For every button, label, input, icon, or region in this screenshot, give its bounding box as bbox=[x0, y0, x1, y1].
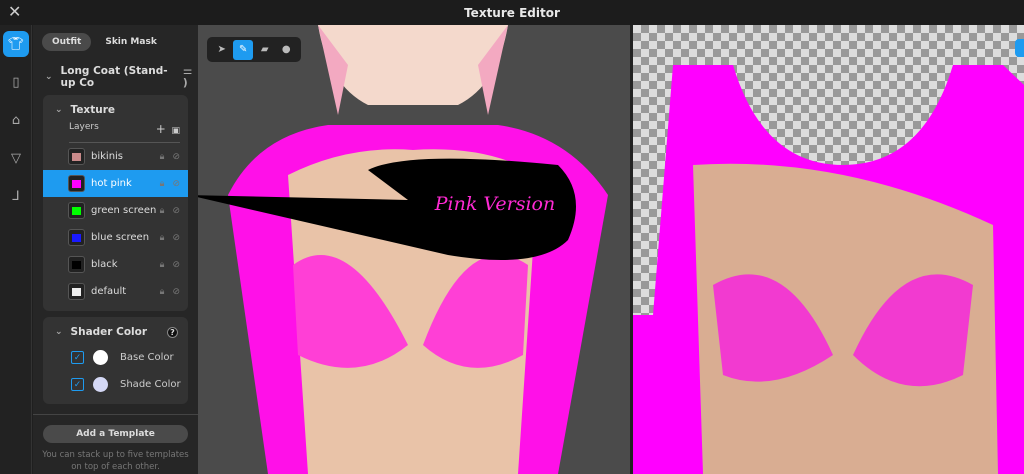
layer-item[interactable]: bikinis 🔒︎ ⊘ bbox=[43, 143, 188, 170]
add-template-button[interactable]: Add a Template bbox=[43, 425, 188, 443]
layer-thumbnail bbox=[68, 229, 85, 246]
chevron-down-icon: ⌄ bbox=[45, 72, 53, 82]
brush-tool-icon[interactable]: ✎ bbox=[233, 39, 254, 60]
uv-tool-icon[interactable] bbox=[1015, 39, 1024, 57]
shader-color-label: Shade Color bbox=[120, 379, 181, 390]
hidden-eye-icon[interactable]: ⊘ bbox=[172, 152, 180, 162]
shader-color-label: Base Color bbox=[120, 352, 174, 363]
category-rail: 👕︎ ▯ ⌂ ▽ ⅃ bbox=[0, 25, 32, 474]
hidden-eye-icon[interactable]: ⊘ bbox=[172, 179, 180, 189]
shader-color-panel: ⌄ Shader Color? ✓ Base Color ✓ Shade Colo… bbox=[43, 317, 188, 404]
texture-panel: ⌄ Texture Layers + ▣ bikinis 🔒︎ ⊘ hot pin… bbox=[43, 95, 188, 311]
add-layer-icon[interactable]: + bbox=[156, 122, 166, 136]
layer-thumbnail bbox=[68, 283, 85, 300]
chevron-down-icon[interactable]: ⌄ bbox=[55, 327, 63, 337]
hidden-eye-icon[interactable]: ⊘ bbox=[172, 233, 180, 243]
texture-title: Texture bbox=[70, 104, 116, 116]
paint-toolbar: ➤ ✎ ▰ ● bbox=[207, 37, 301, 62]
color-swatch[interactable] bbox=[93, 377, 108, 392]
shoes-icon[interactable]: ⅃ bbox=[3, 183, 29, 209]
layer-item[interactable]: blue screen 🔒︎ ⊘ bbox=[43, 224, 188, 251]
shader-color-row: ✓ Base Color bbox=[43, 344, 188, 371]
shader-title: Shader Color bbox=[70, 326, 148, 338]
tab-outfit[interactable]: Outfit bbox=[42, 33, 92, 51]
shader-color-row: ✓ Shade Color bbox=[43, 371, 188, 398]
template-hint: You can stack up to five templates on to… bbox=[42, 450, 189, 472]
pants-icon[interactable]: ▯ bbox=[3, 69, 29, 95]
lock-icon[interactable]: 🔒︎ bbox=[160, 287, 165, 297]
layer-item[interactable]: hot pink 🔒︎ ⊘ bbox=[43, 170, 188, 197]
lock-icon[interactable]: 🔒︎ bbox=[160, 206, 165, 216]
close-icon[interactable]: ✕ bbox=[8, 2, 21, 21]
title-bar: ✕ Texture Editor bbox=[0, 0, 1024, 25]
hidden-eye-icon[interactable]: ⊘ bbox=[172, 287, 180, 297]
color-swatch[interactable] bbox=[93, 350, 108, 365]
settings-sliders-icon[interactable]: ⚌ ) bbox=[183, 65, 198, 89]
window-title: Texture Editor bbox=[464, 5, 560, 20]
layer-name: bikinis bbox=[91, 151, 124, 162]
lock-icon[interactable]: 🔒︎ bbox=[160, 260, 165, 270]
layer-thumbnail bbox=[68, 202, 85, 219]
layer-item[interactable]: black 🔒︎ ⊘ bbox=[43, 251, 188, 278]
layer-thumbnail bbox=[68, 175, 85, 192]
eraser-tool-icon[interactable]: ▰ bbox=[255, 40, 275, 60]
layers-label: Layers bbox=[69, 122, 99, 132]
layer-name: default bbox=[91, 286, 127, 297]
uv-texture-canvas[interactable] bbox=[633, 25, 1024, 474]
lock-icon[interactable]: 🔒︎ bbox=[160, 152, 165, 162]
layer-name: black bbox=[91, 259, 118, 270]
item-header[interactable]: ⌄ Long Coat (Stand-up Co ⚌ ) bbox=[45, 65, 198, 89]
sidebar: Outfit Skin Mask ⌄ Long Coat (Stand-up C… bbox=[33, 25, 198, 474]
layer-name: green screen bbox=[91, 205, 157, 216]
hidden-eye-icon[interactable]: ⊘ bbox=[172, 206, 180, 216]
shirt-icon[interactable]: 👕︎ bbox=[3, 31, 29, 57]
item-title: Long Coat (Stand-up Co bbox=[60, 65, 168, 89]
chevron-down-icon[interactable]: ⌄ bbox=[55, 105, 63, 115]
add-image-layer-icon[interactable]: ▣ bbox=[171, 126, 180, 136]
layer-item[interactable]: default 🔒︎ ⊘ bbox=[43, 278, 188, 305]
3d-viewport[interactable]: ➤ ✎ ▰ ● bbox=[198, 25, 630, 474]
annotation-text: Pink Version bbox=[434, 193, 556, 215]
top-icon[interactable]: ⌂ bbox=[3, 107, 29, 133]
lock-icon[interactable]: 🔒︎ bbox=[160, 233, 165, 243]
checkbox[interactable]: ✓ bbox=[71, 378, 84, 391]
tab-skin-mask[interactable]: Skin Mask bbox=[95, 33, 166, 51]
underwear-icon[interactable]: ▽ bbox=[3, 145, 29, 171]
lock-icon[interactable]: 🔒︎ bbox=[160, 179, 165, 189]
layer-name: hot pink bbox=[91, 178, 132, 189]
help-icon[interactable]: ? bbox=[167, 326, 178, 338]
select-tool-icon[interactable]: ➤ bbox=[212, 40, 232, 60]
fill-tool-icon[interactable]: ● bbox=[276, 40, 296, 60]
checkbox[interactable]: ✓ bbox=[71, 351, 84, 364]
layer-item[interactable]: green screen 🔒︎ ⊘ bbox=[43, 197, 188, 224]
layer-name: blue screen bbox=[91, 232, 150, 243]
layer-thumbnail bbox=[68, 256, 85, 273]
layer-thumbnail bbox=[68, 148, 85, 165]
hidden-eye-icon[interactable]: ⊘ bbox=[172, 260, 180, 270]
